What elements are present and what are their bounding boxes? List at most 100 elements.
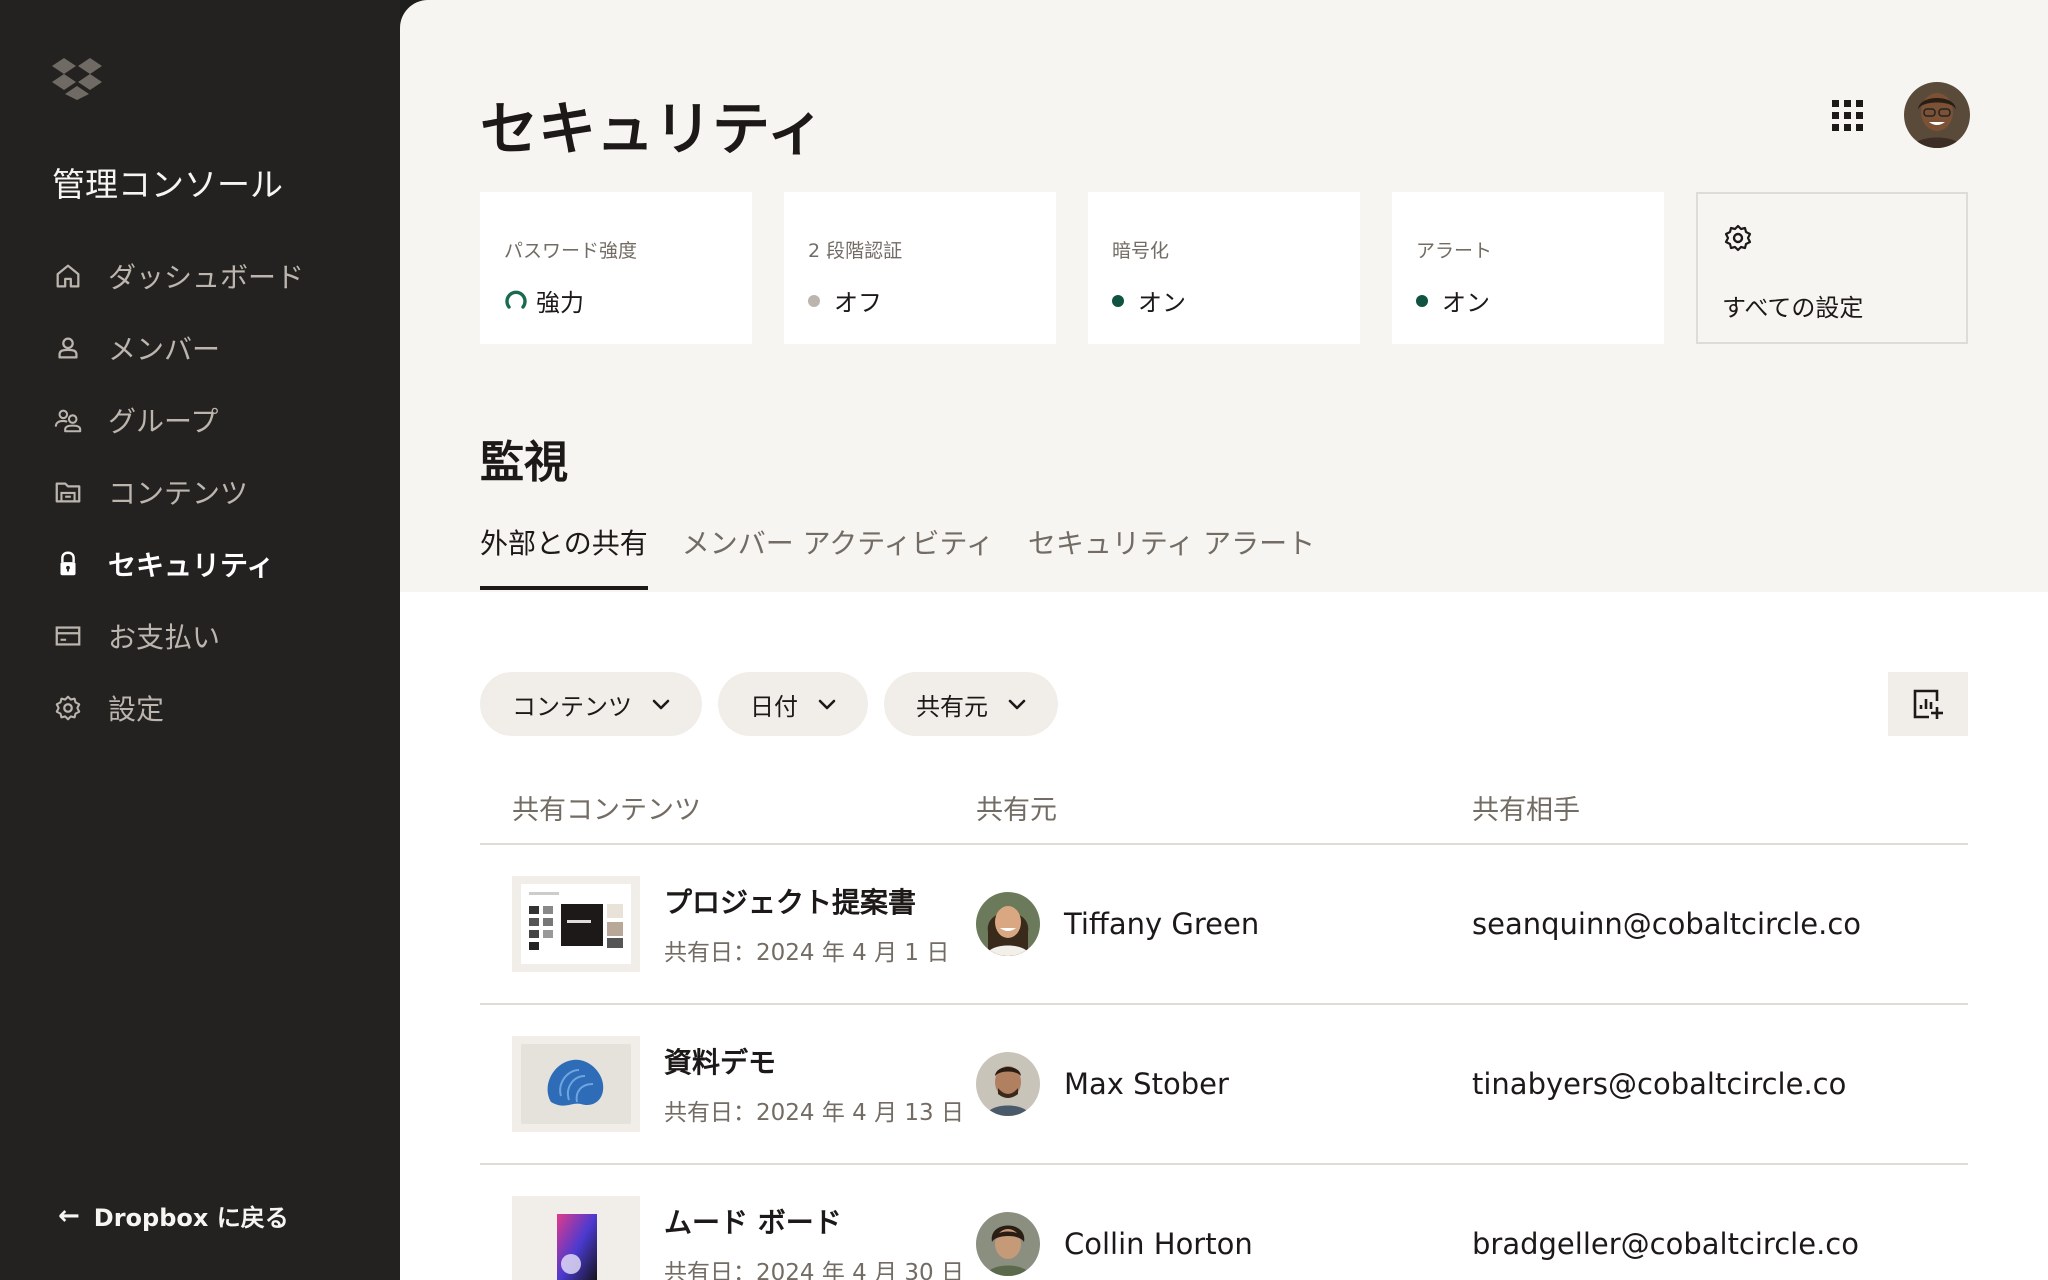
main-content: セキュリティ パスワード強度 強力 2 段階認証 オフ 暗号化 オン アラート … [400, 0, 2048, 1280]
table-row[interactable]: ムード ボード 共有日：2024 年 4 月 30 日 Collin Horto… [480, 1165, 1968, 1280]
column-header-owner[interactable]: 共有元 [976, 788, 1472, 827]
file-thumbnail [512, 876, 640, 972]
file-thumbnail [512, 1196, 640, 1280]
owner-cell: Collin Horton [976, 1212, 1472, 1276]
card-value: オフ [808, 283, 1032, 318]
sidebar-item-dashboard[interactable]: ダッシュボード [52, 240, 382, 312]
file-info: ムード ボード 共有日：2024 年 4 月 30 日 [664, 1201, 964, 1280]
tab-member-activity[interactable]: メンバー アクティビティ [682, 522, 994, 590]
folder-icon [52, 476, 84, 508]
owner-name: Tiffany Green [1064, 907, 1260, 941]
sidebar-nav: ダッシュボード メンバー グループ コンテンツ セキュリティ お支払い 設定 [52, 240, 382, 744]
filter-label: 日付 [750, 692, 798, 721]
file-name[interactable]: プロジェクト提案書 [664, 881, 949, 921]
column-header-content[interactable]: 共有コンテンツ [480, 788, 976, 827]
console-title: 管理コンソール [52, 165, 283, 204]
chevron-down-icon [818, 699, 836, 710]
status-dot [1112, 294, 1124, 307]
sidebar-item-billing[interactable]: お支払い [52, 600, 382, 672]
sidebar: 管理コンソール ダッシュボード メンバー グループ コンテンツ セキュリティ お… [0, 0, 400, 1280]
card-icon [52, 620, 84, 652]
back-link-label: Dropbox に戻る [93, 1204, 289, 1232]
tab-security-alerts[interactable]: セキュリティ アラート [1028, 522, 1315, 590]
owner-name: Max Stober [1064, 1067, 1229, 1101]
app-grid-icon[interactable] [1830, 98, 1866, 134]
shared-content-table: 共有コンテンツ 共有元 共有相手 プロジェクト提案書 共有日：2024 年 4 … [480, 788, 1968, 1280]
export-report-button[interactable] [1888, 672, 1968, 736]
report-add-icon [1913, 689, 1943, 719]
chevron-down-icon [652, 699, 670, 710]
card-label: 暗号化 [1112, 240, 1170, 262]
encryption-card: 暗号化 オン [1088, 192, 1360, 344]
sidebar-item-members[interactable]: メンバー [52, 312, 382, 384]
file-name[interactable]: 資料デモ [664, 1041, 964, 1081]
sidebar-item-security[interactable]: セキュリティ [52, 528, 382, 600]
sidebar-item-label: セキュリティ [108, 549, 275, 582]
filter-label: 共有元 [916, 692, 988, 721]
tab-external-sharing[interactable]: 外部との共有 [480, 522, 648, 590]
file-info: プロジェクト提案書 共有日：2024 年 4 月 1 日 [664, 881, 949, 967]
person-icon [52, 332, 84, 364]
card-value-text: オフ [834, 289, 882, 317]
card-label: アラート [1416, 240, 1493, 262]
sidebar-item-settings[interactable]: 設定 [52, 672, 382, 744]
all-settings-card[interactable]: すべての設定 [1696, 192, 1968, 344]
sidebar-item-content[interactable]: コンテンツ [52, 456, 382, 528]
file-cell: ムード ボード 共有日：2024 年 4 月 30 日 [480, 1196, 976, 1280]
owner-cell: Tiffany Green [976, 892, 1472, 956]
alerts-card: アラート オン [1392, 192, 1664, 344]
dropbox-logo-icon[interactable] [52, 56, 102, 100]
card-label: パスワード強度 [504, 240, 638, 262]
card-value-text: オン [1442, 289, 1490, 317]
card-value-text: 強力 [536, 289, 584, 317]
table-row[interactable]: プロジェクト提案書 共有日：2024 年 4 月 1 日 Tiffany Gre… [480, 845, 1968, 1005]
monitoring-title: 監視 [480, 437, 568, 488]
file-info: 資料デモ 共有日：2024 年 4 月 13 日 [664, 1041, 964, 1127]
card-value: オン [1416, 283, 1640, 318]
recipient-email: bradgeller@cobaltcircle.co [1472, 1227, 1859, 1261]
filter-date-dropdown[interactable]: 日付 [718, 672, 868, 736]
sharing-panel: コンテンツ 日付 共有元 共有コンテンツ 共有元 共有相手 プロジェクト提案書 … [400, 592, 2048, 1280]
lock-icon [52, 548, 84, 580]
strength-ring-icon [504, 289, 528, 313]
status-dot [1416, 294, 1428, 307]
password-strength-card: パスワード強度 強力 [480, 192, 752, 344]
two-step-card: 2 段階認証 オフ [784, 192, 1056, 344]
filter-bar: コンテンツ 日付 共有元 [480, 672, 1074, 736]
sidebar-item-label: 設定 [108, 693, 165, 726]
recipient-email: tinabyers@cobaltcircle.co [1472, 1067, 1847, 1101]
shared-date: 共有日：2024 年 4 月 30 日 [664, 1260, 964, 1280]
column-header-recipient[interactable]: 共有相手 [1472, 788, 1968, 827]
owner-name: Collin Horton [1064, 1227, 1253, 1261]
all-settings-label: すべての設定 [1722, 294, 1864, 322]
sidebar-item-label: ダッシュボード [108, 261, 305, 294]
sidebar-item-label: お支払い [108, 621, 221, 654]
card-value-text: オン [1138, 289, 1186, 317]
page-title: セキュリティ [480, 95, 825, 163]
card-label: 2 段階認証 [808, 240, 903, 262]
status-dot [808, 294, 820, 307]
table-header: 共有コンテンツ 共有元 共有相手 [480, 788, 1968, 845]
sidebar-item-groups[interactable]: グループ [52, 384, 382, 456]
filter-owner-dropdown[interactable]: 共有元 [884, 672, 1058, 736]
file-name[interactable]: ムード ボード [664, 1201, 964, 1241]
shared-date: 共有日：2024 年 4 月 1 日 [664, 940, 950, 966]
sidebar-item-label: メンバー [108, 333, 221, 366]
avatar [976, 892, 1040, 956]
table-row[interactable]: 資料デモ 共有日：2024 年 4 月 13 日 Max Stober tina… [480, 1005, 1968, 1165]
arrow-left-icon: ← [58, 1200, 80, 1231]
gear-icon [1722, 222, 1754, 254]
gear-icon [52, 692, 84, 724]
filter-content-dropdown[interactable]: コンテンツ [480, 672, 702, 736]
file-thumbnail [512, 1036, 640, 1132]
back-to-dropbox-link[interactable]: ← Dropbox に戻る [58, 1198, 289, 1233]
avatar [976, 1052, 1040, 1116]
file-cell: 資料デモ 共有日：2024 年 4 月 13 日 [480, 1036, 976, 1132]
sidebar-item-label: グループ [108, 405, 219, 438]
monitoring-tabs: 外部との共有 メンバー アクティビティ セキュリティ アラート [480, 522, 1349, 590]
avatar [976, 1212, 1040, 1276]
filter-label: コンテンツ [512, 692, 632, 721]
user-avatar[interactable] [1904, 82, 1970, 148]
recipient-email: seanquinn@cobaltcircle.co [1472, 907, 1862, 941]
file-cell: プロジェクト提案書 共有日：2024 年 4 月 1 日 [480, 876, 976, 972]
